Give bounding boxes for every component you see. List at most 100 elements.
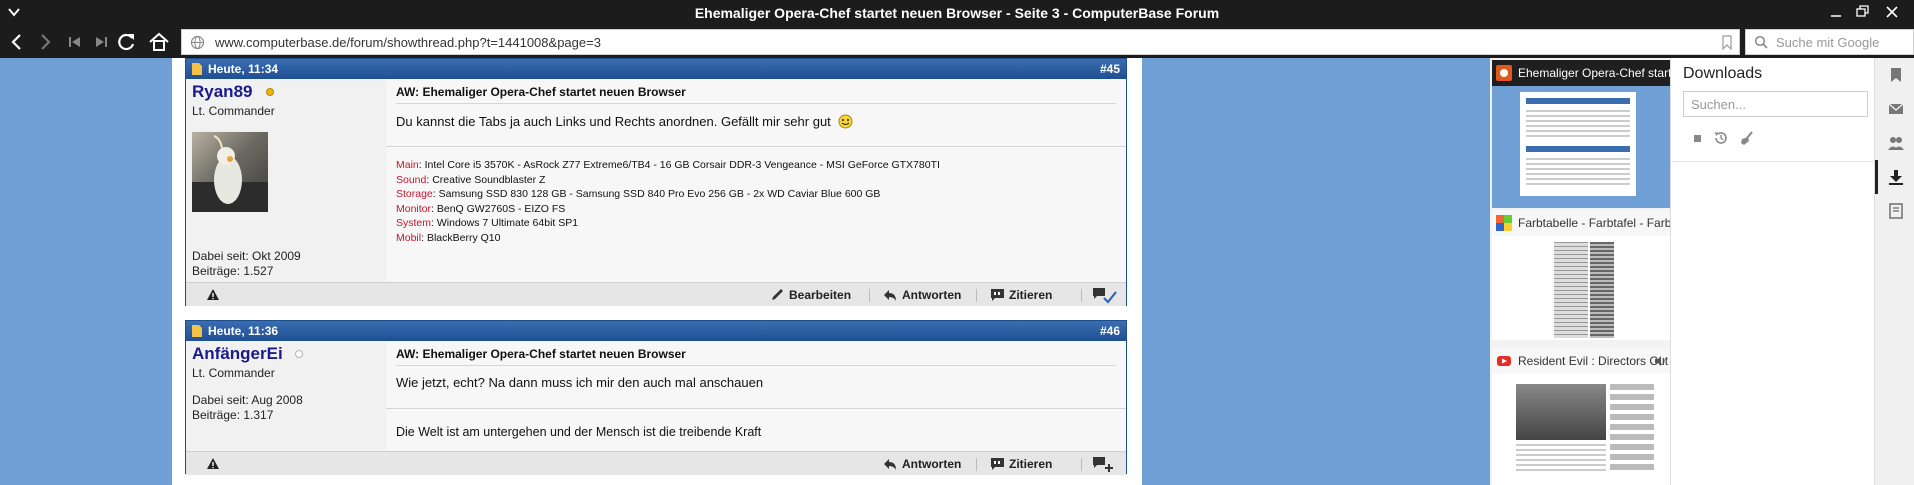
clear-broom-icon[interactable] <box>1739 130 1755 146</box>
signature-value: Samsung SSD 830 128 GB - Samsung SSD 840… <box>438 188 881 200</box>
quote-label: Zitieren <box>1009 457 1053 471</box>
contacts-panel-icon[interactable] <box>1887 134 1905 152</box>
post-document-icon <box>192 325 202 337</box>
close-icon[interactable] <box>1882 3 1902 21</box>
post-footer: Antworten Zitieren <box>186 451 1126 475</box>
signature-line: Sound: Creative Soundblaster Z <box>396 173 546 186</box>
back-icon[interactable] <box>6 32 28 52</box>
tab-item-active[interactable]: Ehemaliger Opera-Chef startet neuen Brow… <box>1492 60 1670 208</box>
post-footer: Bearbeiten Antworten Zitieren <box>186 282 1126 306</box>
pencil-icon <box>772 289 783 300</box>
user-joined: Dabei seit: Okt 2009 <box>192 249 301 263</box>
tab-title-bar: Resident Evil : Directors Cut <box>1492 348 1670 374</box>
tab-thumbnail <box>1492 86 1670 208</box>
multi-quote-checked-icon[interactable] <box>1092 287 1118 304</box>
rainbow-favicon-icon <box>1496 215 1512 231</box>
title-divider <box>396 103 1116 104</box>
post-header: Heute, 11:34 #45 <box>186 59 1126 79</box>
stop-icon[interactable] <box>1689 130 1705 146</box>
quote-icon <box>991 458 1004 470</box>
search-placeholder: Suche mit Google <box>1776 35 1880 50</box>
user-avatar[interactable] <box>192 132 268 212</box>
tab-title: Resident Evil : Directors Cut <box>1518 354 1669 368</box>
post-header: Heute, 11:36 #46 <box>186 321 1126 341</box>
signature-value: Creative Soundblaster Z <box>432 173 546 186</box>
tab-title: Ehemaliger Opera-Chef startet neuen Brow… <box>1518 66 1670 80</box>
downloads-search-input[interactable]: Suchen... <box>1683 91 1868 117</box>
user-signature: Die Welt ist am untergehen und der Mensc… <box>396 425 762 439</box>
post-title: AW: Ehemaliger Opera-Chef startet neuen … <box>396 85 686 99</box>
signature-key: Sound <box>396 173 427 186</box>
signature-line: Storage: Samsung SSD 830 128 GB - Samsun… <box>396 188 881 200</box>
forum-post: Heute, 11:36 #46 AnfängerEi Lt. Commande… <box>185 320 1127 475</box>
bookmark-icon[interactable] <box>1721 35 1733 50</box>
post-number-link[interactable]: #46 <box>1100 324 1120 338</box>
online-status-icon <box>266 88 274 96</box>
title-divider <box>396 365 1116 366</box>
rewind-icon[interactable] <box>64 32 86 52</box>
multi-quote-add-icon[interactable] <box>1092 456 1114 473</box>
navigation-toolbar: www.computerbase.de/forum/showthread.php… <box>0 26 1914 58</box>
signature-line: Mobil: BlackBerry Q10 <box>396 231 501 244</box>
bookmarks-panel-icon[interactable] <box>1887 66 1905 84</box>
username-link[interactable]: Ryan89 <box>192 82 252 102</box>
notes-panel-icon[interactable] <box>1887 202 1905 220</box>
quote-icon <box>991 289 1004 301</box>
thumbnail-page <box>1520 92 1636 196</box>
tab-item[interactable]: Farbtabelle - Farbtafel - Farbcodes <box>1492 210 1670 340</box>
youtube-favicon-icon <box>1497 356 1511 366</box>
mail-panel-icon[interactable] <box>1887 100 1905 118</box>
speaker-icon[interactable] <box>1654 355 1666 367</box>
user-rank: Lt. Commander <box>192 366 275 380</box>
quote-label: Zitieren <box>1009 288 1053 302</box>
search-field[interactable]: Suche mit Google <box>1745 29 1914 55</box>
post-content: AW: Ehemaliger Opera-Chef startet neuen … <box>386 79 1126 282</box>
user-signature: Main: Intel Core i5 3570K - AsRock Z77 E… <box>396 158 940 245</box>
signature-key: System <box>396 217 432 229</box>
action-separator <box>869 289 870 302</box>
globe-icon <box>190 35 205 50</box>
home-icon[interactable] <box>148 32 170 52</box>
signature-value: BlackBerry Q10 <box>426 231 501 244</box>
signature-value: BenQ GW2760S - EIZO FS <box>436 202 566 215</box>
reply-arrow-icon <box>884 459 896 470</box>
user-post-count: Beiträge: 1.317 <box>192 408 274 422</box>
tab-item[interactable]: Resident Evil : Directors Cut <box>1492 348 1670 485</box>
user-rank: Lt. Commander <box>192 104 275 118</box>
reload-icon[interactable] <box>116 32 138 52</box>
signature-key: Main <box>396 159 419 171</box>
minimize-icon[interactable] <box>1826 3 1846 21</box>
signature-value: Windows 7 Ultimate 64bit SP1 <box>436 217 579 229</box>
post-content: AW: Ehemaliger Opera-Chef startet neuen … <box>386 341 1126 451</box>
signature-key: Storage <box>396 188 433 200</box>
edit-label: Bearbeiten <box>789 288 852 302</box>
forum-post: Heute, 11:34 #45 Ryan89 Lt. Commander Da… <box>185 58 1127 306</box>
search-icon <box>1754 35 1768 49</box>
post-text-content: Du kannst die Tabs ja auch Links und Rec… <box>396 114 831 129</box>
fast-forward-icon[interactable] <box>90 32 112 52</box>
downloads-panel-icon[interactable] <box>1887 168 1905 186</box>
history-icon[interactable] <box>1713 130 1729 146</box>
signature-key: Mobil <box>396 231 422 244</box>
post-user-info: Ryan89 Lt. Commander Dabei seit: Okt 200… <box>186 79 386 282</box>
signature-line: Monitor: BenQ GW2760S - EIZO FS <box>396 202 566 215</box>
report-warning-icon[interactable] <box>206 457 220 470</box>
tab-title-bar: Ehemaliger Opera-Chef startet neuen Brow… <box>1492 60 1670 86</box>
address-bar[interactable]: www.computerbase.de/forum/showthread.php… <box>181 29 1740 55</box>
downloads-panel: Downloads Suchen... <box>1670 58 1875 485</box>
tab-title-bar: Farbtabelle - Farbtafel - Farbcodes <box>1492 210 1670 236</box>
tab-panel: Ehemaliger Opera-Chef startet neuen Brow… <box>1490 58 1670 485</box>
signature-key: Monitor <box>396 202 432 215</box>
post-date: Heute, 11:34 <box>208 62 279 76</box>
reply-arrow-icon <box>884 290 896 301</box>
post-user-info: AnfängerEi Lt. Commander Dabei seit: Aug… <box>186 341 386 451</box>
post-number-link[interactable]: #45 <box>1100 62 1120 76</box>
window-title: Ehemaliger Opera-Chef startet neuen Brow… <box>694 5 1220 21</box>
signature-divider <box>386 408 1126 409</box>
report-warning-icon[interactable] <box>206 288 220 301</box>
forward-icon[interactable] <box>34 32 56 52</box>
signature-divider <box>386 146 1126 147</box>
restore-icon[interactable] <box>1852 3 1872 21</box>
forum-page: Heute, 11:34 #45 Ryan89 Lt. Commander Da… <box>172 58 1142 485</box>
username-link[interactable]: AnfängerEi <box>192 344 283 364</box>
